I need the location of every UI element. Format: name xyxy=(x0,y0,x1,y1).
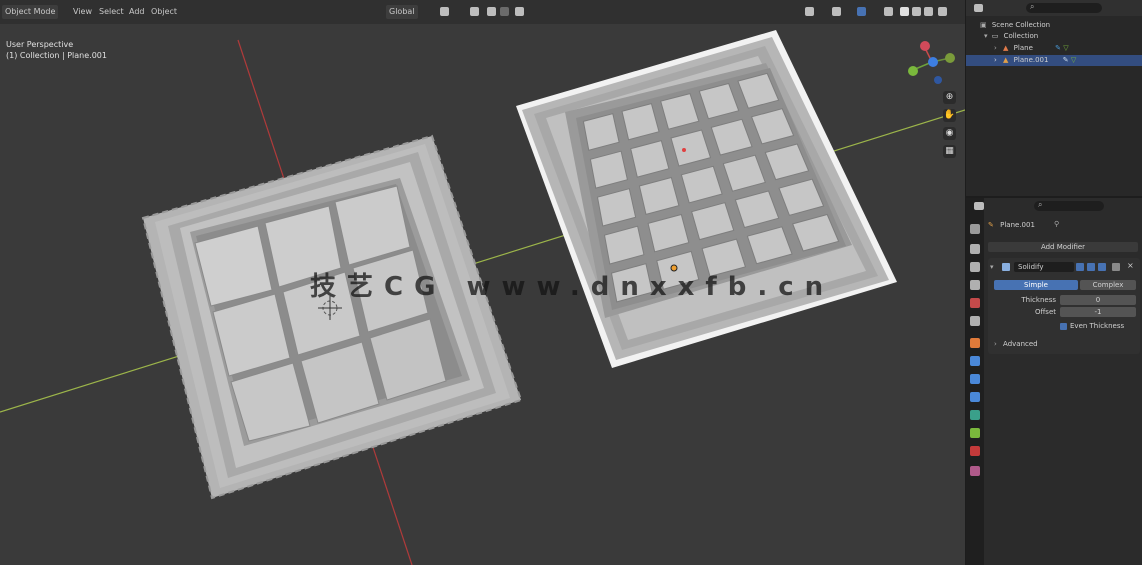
outliner-panel: ⌕ ▣ Scene Collection ▾ ▭ Collection › ▲ … xyxy=(966,0,1142,196)
thickness-field[interactable]: 0 xyxy=(1060,295,1136,305)
modifier-wrench-icon: ✎ xyxy=(1055,44,1061,52)
data-tab-icon[interactable] xyxy=(970,428,980,438)
material-tab-icon[interactable] xyxy=(970,446,980,456)
gizmo-icon[interactable] xyxy=(832,7,841,16)
offset-field[interactable]: -1 xyxy=(1060,307,1136,317)
tab-complex[interactable]: Complex xyxy=(1080,280,1136,290)
expand-arrow-icon[interactable]: ▾ xyxy=(984,32,988,40)
particles-tab-icon[interactable] xyxy=(970,374,980,384)
mesh-object-icon: ▲ xyxy=(1003,44,1009,52)
outliner-item-plane[interactable]: › ▲ Plane ✎ ▽ xyxy=(966,43,1142,54)
close-icon[interactable]: × xyxy=(1127,261,1134,270)
tab-simple[interactable]: Simple xyxy=(994,280,1078,290)
outliner-item-plane-001[interactable]: › ▲ Plane.001 ✎ ▽ xyxy=(966,55,1142,66)
overlays-icon[interactable] xyxy=(857,7,866,16)
zoom-icon[interactable]: ⊕ xyxy=(943,91,956,104)
expand-arrow-icon[interactable]: › xyxy=(994,340,997,348)
texture-tab-icon[interactable] xyxy=(970,466,980,476)
tool-tab-icon[interactable] xyxy=(970,224,980,234)
snap-icon[interactable] xyxy=(470,7,479,16)
render-toggle-icon[interactable] xyxy=(1098,263,1106,271)
collection-label: (1) Collection | Plane.001 xyxy=(6,51,107,60)
menu-view[interactable]: View xyxy=(70,5,95,19)
outliner-item-scene[interactable]: ▣ Scene Collection xyxy=(966,20,1142,31)
material-shading-icon[interactable] xyxy=(912,7,921,16)
pin-icon[interactable]: ⚲ xyxy=(1054,220,1059,228)
solidify-modifier-icon xyxy=(1002,263,1010,271)
render-shading-icon[interactable] xyxy=(924,7,933,16)
object-name-row: ✎ Plane.001 xyxy=(988,221,1035,229)
snap-settings-icon[interactable] xyxy=(487,7,496,16)
modifier-tab-icon[interactable] xyxy=(970,356,980,366)
thickness-label: Thickness xyxy=(1021,296,1056,304)
modifier-wrench-icon: ✎ xyxy=(1062,56,1069,64)
world-tab-icon[interactable] xyxy=(970,316,980,326)
expand-arrow-icon[interactable]: › xyxy=(994,56,997,64)
menu-object[interactable]: Object xyxy=(148,5,180,19)
editor-type-icon[interactable] xyxy=(974,4,983,12)
wireframe-shading-icon[interactable] xyxy=(938,7,947,16)
properties-tab-bar xyxy=(966,198,984,565)
view-name-label: User Perspective xyxy=(6,40,74,49)
edit-mode-toggle-icon[interactable] xyxy=(1076,263,1084,271)
watermark-text: 技艺CG www.dnxxfb.cn xyxy=(310,272,835,302)
collapse-arrow-icon[interactable]: ▾ xyxy=(990,262,994,272)
props-editor-type-icon[interactable] xyxy=(974,202,984,210)
outliner-item-collection[interactable]: ▾ ▭ Collection xyxy=(966,31,1142,42)
xray-icon[interactable] xyxy=(884,7,893,16)
search-icon: ⌕ xyxy=(1038,200,1043,209)
constraints-tab-icon[interactable] xyxy=(970,410,980,420)
advanced-subpanel[interactable]: › Advanced xyxy=(994,339,1038,349)
solid-shading-icon[interactable] xyxy=(900,7,909,16)
mesh-data-icon: ▽ xyxy=(1063,44,1069,52)
outliner-header: ⌕ xyxy=(966,0,1142,16)
falloff-icon[interactable] xyxy=(515,7,524,16)
properties-panel: ⌕ ✎ Plane.001 ⚲ Add Modifier ▾ Solidify … xyxy=(966,198,1142,565)
scene-tab-icon[interactable] xyxy=(970,298,980,308)
navigation-gizmo xyxy=(908,41,955,84)
scene-collection-icon: ▣ xyxy=(980,21,987,29)
mesh-object-icon: ▲ xyxy=(1003,56,1009,64)
waffle-mesh-right-selected xyxy=(516,30,897,368)
modifier-name-input[interactable]: Solidify xyxy=(1014,262,1074,272)
proportional-edit-icon[interactable] xyxy=(500,7,509,16)
camera-icon[interactable]: ◉ xyxy=(943,127,956,140)
waffle-mesh-left xyxy=(141,134,523,500)
pivot-icon[interactable] xyxy=(440,7,449,16)
expand-arrow-icon[interactable]: › xyxy=(994,44,997,52)
edge-marker xyxy=(682,148,686,152)
viewport-header: Object Mode View Select Add Object Globa… xyxy=(0,0,965,24)
visibility-icon[interactable] xyxy=(805,7,814,16)
mode-dropdown[interactable]: Object Mode xyxy=(2,5,59,19)
transform-orientation-dropdown[interactable]: Global xyxy=(386,5,418,19)
outliner-search-input[interactable] xyxy=(1026,3,1102,13)
wrench-icon: ✎ xyxy=(988,221,994,229)
grid-icon[interactable]: ▦ xyxy=(943,145,956,158)
menu-add[interactable]: Add xyxy=(126,5,148,19)
output-tab-icon[interactable] xyxy=(970,262,980,272)
props-search-input[interactable] xyxy=(1034,201,1104,211)
physics-tab-icon[interactable] xyxy=(970,392,980,402)
search-icon: ⌕ xyxy=(1030,2,1035,11)
offset-label: Offset xyxy=(1034,308,1056,316)
even-thickness-label: Even Thickness xyxy=(1070,322,1125,330)
render-tab-icon[interactable] xyxy=(970,244,980,254)
even-thickness-checkbox[interactable] xyxy=(1060,323,1067,330)
view-layer-tab-icon[interactable] xyxy=(970,280,980,290)
dropdown-icon[interactable] xyxy=(1112,263,1120,271)
object-tab-icon[interactable] xyxy=(970,338,980,348)
viewport-toggle-icon[interactable] xyxy=(1087,263,1095,271)
pan-hand-icon[interactable]: ✋ xyxy=(943,109,956,122)
collection-icon: ▭ xyxy=(991,32,999,40)
add-modifier-button[interactable]: Add Modifier xyxy=(988,242,1138,252)
mesh-data-icon: ▽ xyxy=(1070,56,1077,64)
menu-select[interactable]: Select xyxy=(96,5,127,19)
modifier-panel: ▾ Solidify × Simple Complex Thickness 0 … xyxy=(988,258,1140,354)
3d-viewport[interactable]: Object Mode View Select Add Object Globa… xyxy=(0,0,965,565)
